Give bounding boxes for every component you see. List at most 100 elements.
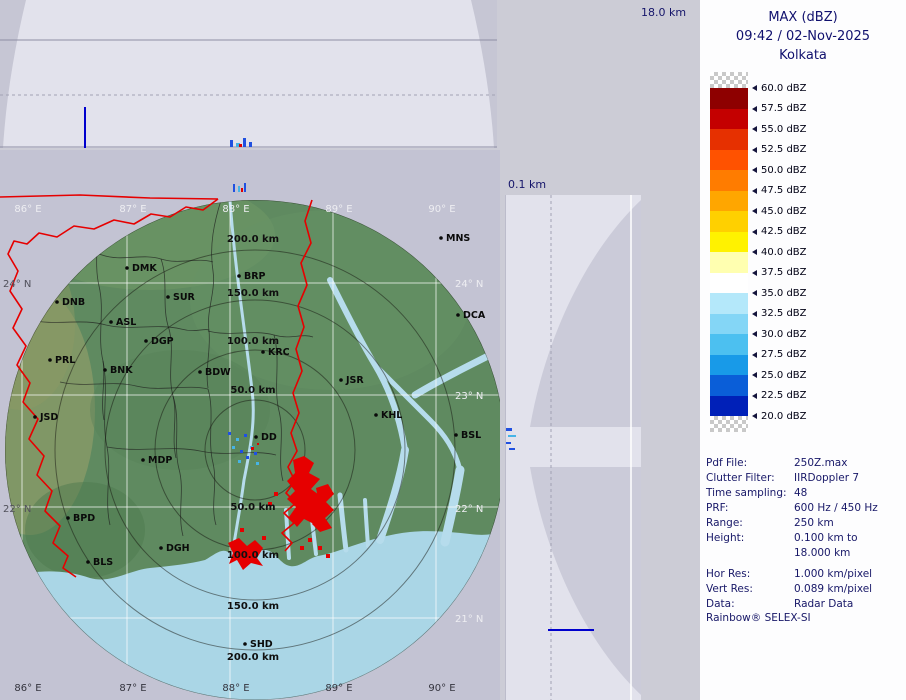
city-label: BDW <box>205 367 231 378</box>
vertical-projection-top-panel[interactable] <box>0 0 497 148</box>
latitude-label: 22° N <box>455 504 483 515</box>
radar-map: 86° E86° E87° E87° E88° E88° E89° E89° E… <box>0 150 500 700</box>
city-label: DCA <box>463 310 486 321</box>
info-key: Time sampling: <box>706 486 794 501</box>
dbz-scale-label: 52.5 dBZ <box>752 144 807 156</box>
city-dot <box>86 560 90 564</box>
scale-tick-arrow-icon <box>752 372 757 378</box>
dbz-scale-label: 20.0 dBZ <box>752 410 807 422</box>
colorbar-band <box>710 150 748 171</box>
longitude-label: 87° E <box>119 683 146 694</box>
dbz-scale-label: 32.5 dBZ <box>752 308 807 320</box>
info-value: 18.000 km <box>794 546 850 561</box>
city-dot <box>237 274 241 278</box>
echo-top-projection <box>230 138 252 147</box>
colorbar-band <box>710 355 748 376</box>
scale-tick-arrow-icon <box>752 393 757 399</box>
city-dot <box>198 370 202 374</box>
colorbar-band <box>710 191 748 212</box>
city-dot <box>125 266 129 270</box>
city-label: DGP <box>151 336 174 347</box>
dbz-scale-value: 22.5 dBZ <box>761 390 807 401</box>
dbz-scale-value: 57.5 dBZ <box>761 103 807 114</box>
scale-tick-arrow-icon <box>752 106 757 112</box>
info-row: Hor Res:1.000 km/pixel <box>706 567 902 582</box>
radar-map-panel[interactable]: 86° E86° E87° E87° E88° E88° E89° E89° E… <box>0 150 500 700</box>
product-info-block: Pdf File:250Z.maxClutter Filter:IIRDoppl… <box>706 456 902 612</box>
city-dot <box>103 368 107 372</box>
longitude-label: 89° E <box>325 683 352 694</box>
echo-side-projection <box>506 428 516 450</box>
scale-tick-arrow-icon <box>752 311 757 317</box>
city-label: BNK <box>110 365 133 376</box>
vertical-projection-side-panel[interactable] <box>505 195 641 700</box>
info-value: 250 km <box>794 516 834 531</box>
city-label: BRP <box>244 271 266 282</box>
scale-tick-arrow-icon <box>752 208 757 214</box>
dbz-scale-value: 60.0 dBZ <box>761 83 807 94</box>
longitude-label: 89° E <box>325 204 352 215</box>
info-row: Vert Res:0.089 km/pixel <box>706 582 902 597</box>
city-dot <box>439 236 443 240</box>
dbz-scale-value: 20.0 dBZ <box>761 411 807 422</box>
info-key: Data: <box>706 597 794 612</box>
range-ring-label: 100.0 km <box>227 550 279 561</box>
colorbar-band <box>710 334 748 355</box>
city-dot <box>109 320 113 324</box>
top-projection-plot <box>0 0 497 148</box>
legend-panel: MAX (dBZ) 09:42 / 02-Nov-2025 Kolkata 60… <box>700 0 906 700</box>
city-label: JSR <box>345 375 364 386</box>
city-label: BPD <box>73 513 95 524</box>
info-row: Time sampling:48 <box>706 486 902 501</box>
city-label: SHD <box>250 639 273 650</box>
city-dot <box>55 300 59 304</box>
longitude-label: 88° E <box>222 204 249 215</box>
height-scale-min-label: 0.1 km <box>508 178 546 191</box>
city-label: BSL <box>461 430 481 441</box>
colorbar-band <box>710 109 748 130</box>
info-key: Hor Res: <box>706 567 794 582</box>
city-label: PRL <box>55 355 75 366</box>
scale-tick-arrow-icon <box>752 85 757 91</box>
city-label: MNS <box>446 233 470 244</box>
height-scale-max-label: 18.0 km <box>641 6 686 19</box>
software-brand: Rainbow® SELEX-SI <box>706 612 811 624</box>
scale-tick-arrow-icon <box>752 270 757 276</box>
info-value: 48 <box>794 486 807 501</box>
scale-tick-arrow-icon <box>752 229 757 235</box>
range-ring-label: 150.0 km <box>227 601 279 612</box>
city-dot <box>166 295 170 299</box>
info-value: Radar Data <box>794 597 853 612</box>
colorbar-band <box>710 293 748 314</box>
info-row: Range:250 km <box>706 516 902 531</box>
colorbar-band <box>710 88 748 109</box>
city-label: DGH <box>166 543 190 554</box>
info-row: Height:0.100 km to <box>706 531 902 546</box>
scale-tick-arrow-icon <box>752 249 757 255</box>
city-dot <box>144 339 148 343</box>
latitude-label: 24° N <box>3 279 31 290</box>
range-ring-label: 200.0 km <box>227 234 279 245</box>
city-dot <box>339 378 343 382</box>
dbz-scale-label: 45.0 dBZ <box>752 205 807 217</box>
beam-limit-shading <box>530 467 641 695</box>
city-label: DMK <box>132 263 157 274</box>
beam-limit-shading <box>530 200 641 427</box>
dbz-scale-value: 27.5 dBZ <box>761 349 807 360</box>
scale-tick-arrow-icon <box>752 331 757 337</box>
city-dot <box>159 546 163 550</box>
range-ring-label: 100.0 km <box>227 336 279 347</box>
dbz-scale-label: 25.0 dBZ <box>752 369 807 381</box>
colorbar-band <box>710 129 748 150</box>
dbz-scale-labels: 60.0 dBZ57.5 dBZ55.0 dBZ52.5 dBZ50.0 dBZ… <box>752 0 902 450</box>
scale-tick-arrow-icon <box>752 147 757 153</box>
info-value: 1.000 km/pixel <box>794 567 872 582</box>
dbz-colorbar <box>710 72 748 432</box>
city-label: MDP <box>148 455 172 466</box>
dbz-scale-label: 37.5 dBZ <box>752 267 807 279</box>
dbz-scale-value: 35.0 dBZ <box>761 288 807 299</box>
info-key <box>706 546 794 561</box>
dbz-scale-label: 50.0 dBZ <box>752 164 807 176</box>
dbz-scale-value: 45.0 dBZ <box>761 206 807 217</box>
dbz-scale-label: 42.5 dBZ <box>752 226 807 238</box>
